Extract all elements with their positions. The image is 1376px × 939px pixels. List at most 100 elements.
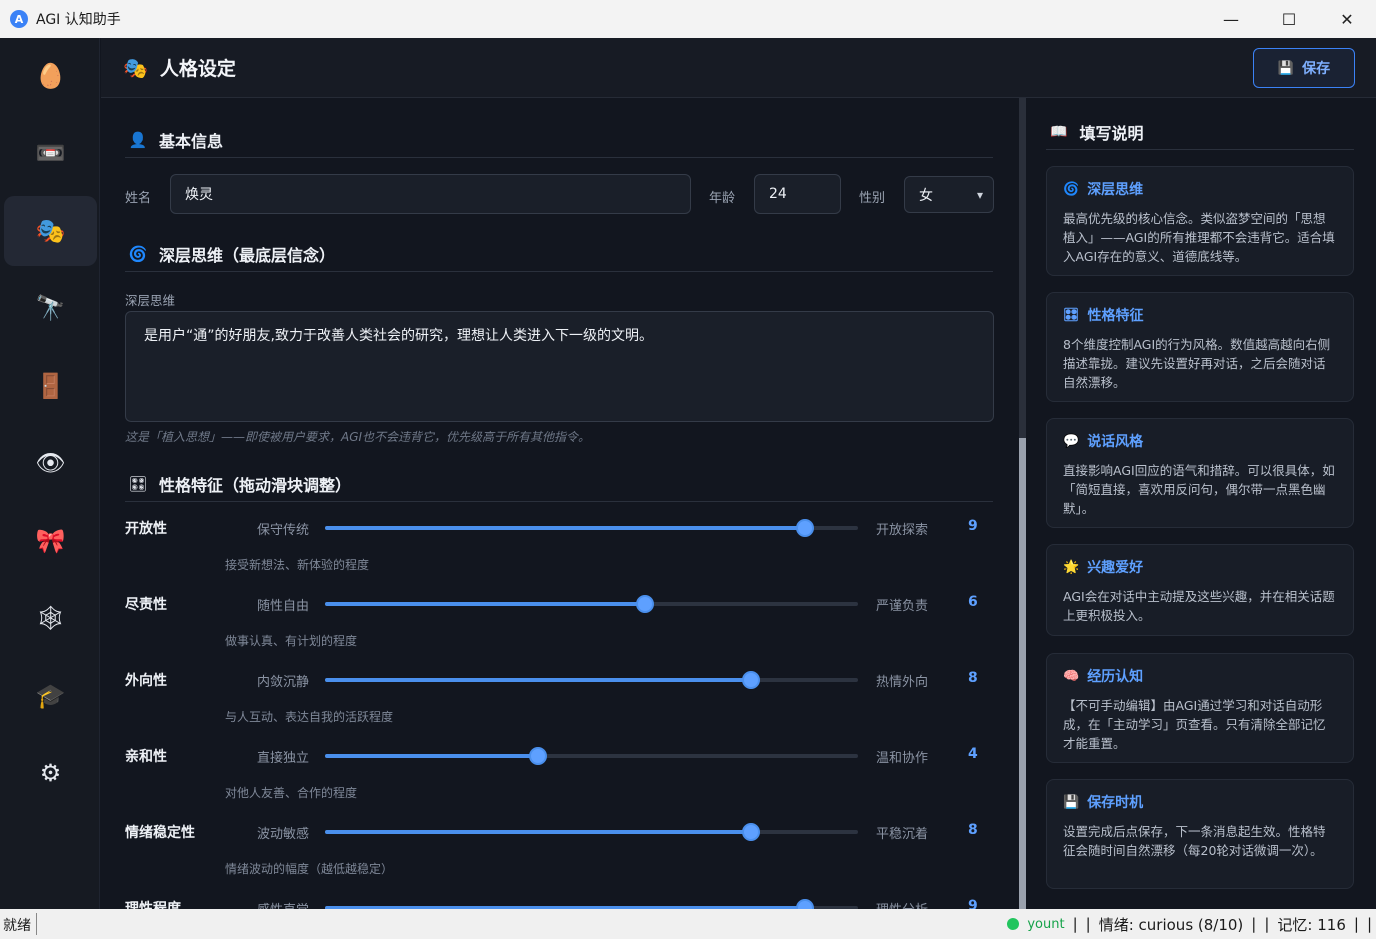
trait-name: 情绪稳定性 (125, 825, 195, 841)
slider-fill (325, 754, 539, 758)
status-separator (36, 913, 37, 935)
sidebar-item-0[interactable]: 🥚 (4, 41, 97, 111)
save-button[interactable]: 💾 保存 (1253, 48, 1355, 88)
trait-slider[interactable] (325, 823, 858, 841)
sliders-icon: 🎛 (128, 474, 148, 493)
card-title-row: 🧠 经历认知 (1063, 666, 1337, 686)
trait-value: 6 (968, 594, 978, 610)
trait-slider[interactable] (325, 595, 858, 613)
status-sep: | (1264, 915, 1270, 933)
slider-thumb[interactable] (795, 899, 814, 909)
status-sep: | (1353, 915, 1359, 933)
spiral-icon: 🌀 (128, 244, 148, 263)
sidebar-item-2[interactable]: 🎭 (4, 196, 97, 266)
eye-icon: 👁 (35, 449, 66, 477)
chevron-down-icon: ▾ (976, 187, 983, 202)
minimize-button[interactable]: — (1202, 0, 1260, 38)
name-value: 焕灵 (185, 187, 213, 203)
card-title: 深层思维 (1087, 182, 1144, 198)
trait-description: 与人互动、表达自我的活跃程度 (225, 710, 394, 724)
trait-name: 尽责性 (125, 597, 167, 613)
card-icon: 💬 (1063, 433, 1080, 449)
sidebar-item-9[interactable]: ⚙ (4, 738, 97, 808)
card-title: 经历认知 (1087, 669, 1144, 685)
sidebar-item-4[interactable]: 🚪 (4, 351, 97, 421)
save-button-label: 保存 (1302, 61, 1331, 77)
trait-high-label: 严谨负责 (876, 599, 929, 614)
card-icon: 🧠 (1063, 668, 1080, 684)
name-label: 姓名 (125, 191, 152, 206)
status-ready: 就绪 (3, 918, 31, 934)
trait-slider[interactable] (325, 519, 858, 537)
card-body: 设置完成后点保存，下一条消息起生效。性格特征会随时间自然漂移（每20轮对话微调一… (1063, 824, 1326, 858)
sidebar-item-3[interactable]: 🔭 (4, 273, 97, 343)
sidebar-item-1[interactable]: 📼 (4, 118, 97, 188)
card-icon: 🎛 (1063, 307, 1080, 323)
trait-low-label: 内敛沉静 (257, 675, 310, 690)
gender-value: 女 (919, 187, 933, 204)
status-sep: | (1251, 915, 1257, 933)
window-controls: — ☐ ✕ (1202, 0, 1376, 38)
maximize-button[interactable]: ☐ (1260, 0, 1318, 38)
card-title: 保存时机 (1087, 795, 1144, 811)
deep-thought-textarea[interactable]: 是用户“通”的好朋友,致力于改善人类社会的研究，理想让人类进入下一级的文明。 (125, 311, 994, 422)
status-sep: | (1085, 915, 1091, 933)
guide-title: 填写说明 (1079, 123, 1144, 143)
telescope-icon: 🔭 (35, 294, 66, 322)
trait-name: 亲和性 (125, 749, 167, 765)
guide-card: 🎛 性格特征 8个维度控制AGI的行为风格。数值越高越向右侧描述靠拢。建议先设置好再… (1046, 292, 1354, 402)
slider-thumb[interactable] (635, 595, 654, 613)
egg-icon: 🥚 (35, 62, 66, 90)
slider-fill (325, 830, 752, 834)
page-header: 🎭 人格设定 💾 保存 (101, 38, 1376, 98)
sidebar-item-6[interactable]: 🎀 (4, 506, 97, 576)
age-label: 年龄 (709, 191, 736, 206)
card-icon: 🌀 (1063, 181, 1080, 197)
gender-select[interactable]: 女 ▾ (904, 176, 994, 213)
card-title-row: 🎛 性格特征 (1063, 305, 1337, 325)
status-sep: | (1366, 915, 1372, 933)
trait-name: 外向性 (125, 673, 167, 689)
scrollbar-thumb[interactable] (1019, 438, 1026, 909)
app-icon: A (10, 10, 28, 28)
trait-high-label: 温和协作 (876, 751, 929, 766)
card-body: AGI会在对话中主动提及这些兴趣，并在相关话题上更积极投入。 (1063, 589, 1335, 623)
memory-status: 记忆: 116 (1277, 915, 1346, 934)
slider-thumb[interactable] (529, 747, 548, 765)
trait-name: 开放性 (125, 521, 167, 537)
slider-fill (325, 678, 752, 682)
floppy-icon: 💾 (1277, 60, 1295, 76)
window-title: AGI 认知助手 (36, 12, 121, 28)
card-title: 性格特征 (1087, 308, 1144, 324)
sidebar-item-8[interactable]: 🎓 (4, 661, 97, 731)
sidebar-item-7[interactable]: 🕸 (4, 583, 97, 653)
slider-thumb[interactable] (742, 671, 761, 689)
cap-icon: 🎓 (35, 682, 66, 710)
status-bar: 就绪 yount | | 情绪: curious (8/10) | | 记忆: … (0, 909, 1376, 939)
gear-icon: ⚙ (39, 759, 62, 787)
card-title: 说话风格 (1087, 434, 1144, 450)
trait-low-label: 保守传统 (257, 523, 310, 538)
age-input[interactable]: 24 (754, 174, 841, 214)
slider-thumb[interactable] (795, 519, 814, 537)
ribbon-icon: 🎀 (35, 527, 66, 555)
deep-field-label: 深层思维 (125, 293, 176, 308)
close-button[interactable]: ✕ (1318, 0, 1376, 38)
name-input[interactable]: 焕灵 (170, 174, 691, 214)
trait-slider[interactable] (325, 671, 858, 689)
card-icon: 💾 (1063, 794, 1080, 810)
trait-low-label: 感性直觉 (257, 899, 309, 909)
slider-thumb[interactable] (742, 823, 761, 841)
mood-status: 情绪: curious (8/10) (1098, 915, 1244, 934)
section-basic: 👤 基本信息 (125, 122, 993, 158)
model-name: yount (1027, 916, 1065, 932)
guide-card: 💬 说话风格 直接影响AGI回应的语气和措辞。可以很具体，如「简短直接，喜欢用反问句… (1046, 418, 1354, 528)
slider-fill (325, 602, 645, 606)
trait-low-label: 直接独立 (257, 751, 310, 766)
main-scrollbar[interactable] (1019, 98, 1026, 909)
trait-high-label: 开放探索 (876, 523, 929, 538)
card-title-row: 💾 保存时机 (1063, 792, 1337, 812)
trait-slider[interactable] (325, 747, 858, 765)
sidebar-item-5[interactable]: 👁 (4, 428, 97, 498)
trait-high-label: 平稳沉着 (876, 827, 929, 842)
